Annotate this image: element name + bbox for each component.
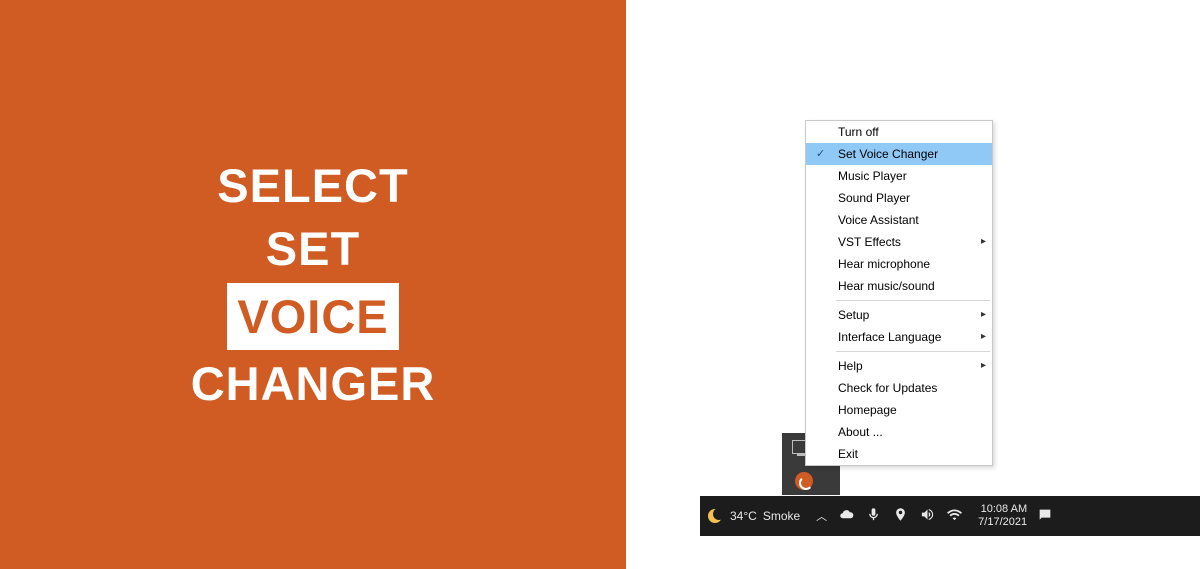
instruction-panel: SELECT SET VOICE CHANGER	[0, 0, 626, 569]
menu-item-music-player[interactable]: Music Player	[806, 165, 992, 187]
menu-item-label: Set Voice Changer	[838, 147, 938, 161]
menu-separator	[836, 351, 990, 352]
menu-item-label: Hear music/sound	[838, 279, 935, 293]
menu-item-label: Sound Player	[838, 191, 910, 205]
menu-item-label: Interface Language	[838, 330, 941, 344]
menu-item-homepage[interactable]: Homepage	[806, 399, 992, 421]
action-center-icon[interactable]	[1037, 507, 1061, 526]
menu-item-about[interactable]: About ...	[806, 421, 992, 443]
microphone-icon[interactable]	[866, 507, 881, 525]
check-icon: ✓	[816, 143, 832, 165]
menu-item-label: Check for Updates	[838, 381, 937, 395]
menu-item-vst-effects[interactable]: VST Effects ▸	[806, 231, 992, 253]
chevron-right-icon: ▸	[981, 355, 986, 377]
menu-item-label: Setup	[838, 308, 869, 322]
menu-item-set-voice-changer[interactable]: ✓ Set Voice Changer	[806, 143, 992, 165]
menu-item-label: Hear microphone	[838, 257, 930, 271]
menu-item-hear-microphone[interactable]: Hear microphone	[806, 253, 992, 275]
menu-separator	[836, 300, 990, 301]
taskbar-clock[interactable]: 10:08 AM 7/17/2021	[968, 503, 1037, 529]
menu-item-exit[interactable]: Exit	[806, 443, 992, 465]
clock-date: 7/17/2021	[978, 516, 1027, 529]
menu-item-voice-assistant[interactable]: Voice Assistant	[806, 209, 992, 231]
headline-line-2: SET	[191, 217, 436, 280]
wifi-icon[interactable]	[947, 507, 962, 525]
menu-item-help[interactable]: Help ▸	[806, 355, 992, 377]
voice-changer-tray-icon[interactable]	[795, 472, 813, 490]
menu-item-label: About ...	[838, 425, 883, 439]
menu-item-turn-off[interactable]: Turn off	[806, 121, 992, 143]
chevron-right-icon: ▸	[981, 304, 986, 326]
moon-icon	[708, 508, 724, 524]
headline-line-3: VOICE	[227, 283, 398, 350]
taskbar: 34°C Smoke ︿ 10:08 AM 7/17/2021	[700, 496, 1200, 536]
menu-item-label: Help	[838, 359, 863, 373]
weather-condition: Smoke	[763, 509, 800, 523]
instruction-headline: SELECT SET VOICE CHANGER	[191, 154, 436, 416]
chevron-right-icon: ▸	[981, 326, 986, 348]
system-tray-icons	[833, 507, 968, 525]
menu-item-interface-language[interactable]: Interface Language ▸	[806, 326, 992, 348]
menu-item-check-for-updates[interactable]: Check for Updates	[806, 377, 992, 399]
headline-line-4: CHANGER	[191, 352, 436, 415]
location-icon[interactable]	[893, 507, 908, 525]
menu-item-setup[interactable]: Setup ▸	[806, 304, 992, 326]
menu-item-label: Exit	[838, 447, 858, 461]
menu-item-label: VST Effects	[838, 235, 901, 249]
menu-item-label: Music Player	[838, 169, 907, 183]
menu-item-label: Homepage	[838, 403, 897, 417]
menu-item-hear-music-sound[interactable]: Hear music/sound	[806, 275, 992, 297]
menu-item-sound-player[interactable]: Sound Player	[806, 187, 992, 209]
volume-icon[interactable]	[920, 507, 935, 525]
show-hidden-icons[interactable]: ︿	[810, 508, 833, 524]
cloud-icon[interactable]	[839, 507, 854, 525]
tray-context-menu: Turn off ✓ Set Voice Changer Music Player So…	[805, 120, 993, 466]
menu-item-label: Turn off	[838, 125, 879, 139]
taskbar-weather[interactable]: 34°C Smoke	[700, 508, 810, 524]
chevron-right-icon: ▸	[981, 231, 986, 253]
menu-item-label: Voice Assistant	[838, 213, 919, 227]
clock-time: 10:08 AM	[978, 503, 1027, 516]
weather-temperature: 34°C	[730, 509, 757, 523]
headline-line-1: SELECT	[191, 154, 436, 217]
